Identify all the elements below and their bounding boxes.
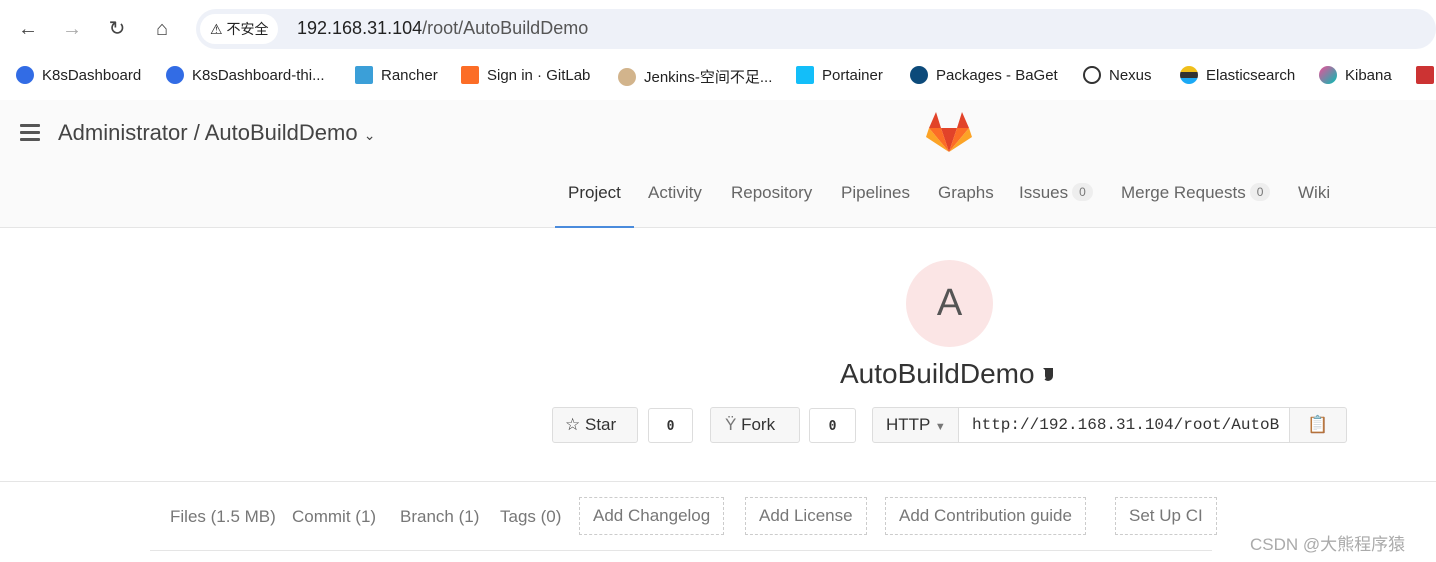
- add-license-button[interactable]: Add License: [745, 497, 867, 535]
- warning-icon: ⚠: [210, 21, 223, 37]
- clipboard-icon: 📋: [1307, 415, 1329, 434]
- add-changelog-button[interactable]: Add Changelog: [579, 497, 725, 535]
- gitlab-logo-icon[interactable]: [926, 110, 972, 158]
- browser-toolbar: ← → ↻ ⌂ ⚠ 不安全 192.168.31.104/root/AutoBu…: [0, 0, 1436, 58]
- star-label: Star: [584, 415, 617, 434]
- bookmark[interactable]: Packages - BaGet: [910, 66, 1058, 84]
- portainer-icon: [796, 66, 814, 84]
- bookmark-label: K8sDashboard: [42, 66, 142, 84]
- project-name: AutoBuildDemo: [840, 358, 1035, 389]
- bookmark[interactable]: Sign in · GitLab: [461, 66, 590, 84]
- k8s-icon: [16, 66, 34, 84]
- redis-icon: [1416, 66, 1434, 84]
- tab-issues[interactable]: Issues 0: [1019, 183, 1093, 228]
- bookmark-label: Portainer: [822, 66, 883, 84]
- bookmark[interactable]: Nexus: [1083, 66, 1152, 84]
- bookmark-label: Rancher: [381, 66, 438, 84]
- divider: [150, 550, 1212, 551]
- bookmark-label: Jenkins-空间不足...: [644, 69, 773, 86]
- breadcrumb-text: Administrator / AutoBuildDemo: [58, 120, 358, 145]
- security-chip[interactable]: ⚠ 不安全: [200, 14, 279, 44]
- setup-ci-button[interactable]: Set Up CI: [1115, 497, 1217, 535]
- tab-activity[interactable]: Activity: [648, 183, 702, 228]
- gitlab-icon: [461, 66, 479, 84]
- url-path: /root/AutoBuildDemo: [422, 18, 589, 38]
- kubernetes-icon: [166, 66, 184, 84]
- star-icon: ☆: [565, 415, 581, 434]
- protocol-label: HTTP: [886, 415, 931, 434]
- commit-link[interactable]: Commit (1): [292, 507, 376, 527]
- back-icon[interactable]: ←: [13, 14, 43, 44]
- project-title: AutoBuildDemo: [840, 358, 1053, 390]
- add-contribution-guide-button[interactable]: Add Contribution guide: [885, 497, 1086, 535]
- project-avatar: A: [906, 260, 993, 347]
- files-link[interactable]: Files (1.5 MB): [170, 507, 276, 527]
- tab-graphs[interactable]: Graphs: [938, 183, 994, 228]
- divider: [0, 481, 1436, 482]
- jenkins-icon: [618, 67, 636, 86]
- watermark: CSDN @大熊程序猿: [1250, 535, 1406, 554]
- bookmark[interactable]: Kibana: [1319, 66, 1392, 84]
- tab-merge-requests[interactable]: Merge Requests 0: [1121, 183, 1271, 228]
- nexus-icon: [1083, 66, 1101, 84]
- issues-count-badge: 0: [1072, 183, 1093, 201]
- bookmark-label: Elasticsearch: [1206, 66, 1296, 84]
- tab-label: Merge Requests: [1121, 183, 1246, 202]
- tab-project[interactable]: Project: [555, 183, 634, 228]
- branch-link[interactable]: Branch (1): [400, 507, 479, 527]
- bookmark[interactable]: K8sDashboard-thi...: [166, 66, 325, 84]
- fork-button[interactable]: Ÿ Fork: [710, 407, 800, 443]
- menu-icon[interactable]: [20, 124, 40, 145]
- copy-url-button[interactable]: 📋: [1289, 407, 1347, 443]
- mr-count-badge: 0: [1249, 183, 1271, 201]
- tab-label: Issues: [1019, 183, 1069, 202]
- clone-url-input[interactable]: http://192.168.31.104/root/AutoB: [958, 407, 1290, 443]
- bookmark-label: Kibana: [1345, 66, 1392, 84]
- reload-icon[interactable]: ↻: [102, 14, 132, 44]
- bookmarks-bar: K8sDashboard K8sDashboard-thi... Rancher…: [0, 62, 1436, 92]
- bookmark-label: K8sDashboard-thi...: [192, 66, 325, 84]
- bookmark-label: Packages - BaGet: [936, 66, 1058, 84]
- kibana-icon: [1319, 66, 1337, 84]
- project-tabs: Project Activity Repository Pipelines Gr…: [0, 170, 1436, 228]
- star-count[interactable]: 0: [648, 408, 693, 443]
- bookmark[interactable]: K8sDashboard: [16, 66, 141, 84]
- forward-icon[interactable]: →: [57, 14, 87, 44]
- home-icon[interactable]: ⌂: [147, 14, 177, 44]
- bookmark[interactable]: Elasticsearch: [1180, 66, 1295, 84]
- tags-link[interactable]: Tags (0): [500, 507, 561, 527]
- bookmark[interactable]: [1416, 66, 1434, 84]
- baget-icon: [910, 66, 928, 84]
- gitlab-header: Administrator / AutoBuildDemo ⌄ Project …: [0, 100, 1436, 228]
- visibility-shield-icon: [1042, 368, 1053, 381]
- bookmark-label: Nexus: [1109, 66, 1152, 84]
- star-button[interactable]: ☆ Star: [552, 407, 638, 443]
- rancher-icon: [355, 66, 373, 84]
- protocol-dropdown[interactable]: HTTP ▼: [872, 407, 959, 443]
- bookmark[interactable]: Rancher: [355, 66, 438, 84]
- fork-count[interactable]: 0: [809, 408, 856, 443]
- breadcrumb[interactable]: Administrator / AutoBuildDemo ⌄: [58, 120, 375, 146]
- bookmark[interactable]: Jenkins-空间不足...: [618, 66, 772, 87]
- bookmark-label: Sign in · GitLab: [487, 66, 591, 84]
- url-host: 192.168.31.104: [297, 18, 423, 38]
- security-label: 不安全: [226, 21, 269, 37]
- fork-icon: Ÿ: [725, 415, 737, 434]
- tab-repository[interactable]: Repository: [731, 183, 812, 228]
- tab-wiki[interactable]: Wiki: [1298, 183, 1330, 228]
- bookmark[interactable]: Portainer: [796, 66, 883, 84]
- caret-down-icon: ▼: [934, 421, 946, 433]
- elasticsearch-icon: [1180, 66, 1198, 84]
- chevron-down-icon: ⌄: [363, 127, 376, 143]
- fork-label: Fork: [741, 415, 776, 434]
- tab-pipelines[interactable]: Pipelines: [841, 183, 910, 228]
- url-text[interactable]: 192.168.31.104/root/AutoBuildDemo: [297, 18, 588, 39]
